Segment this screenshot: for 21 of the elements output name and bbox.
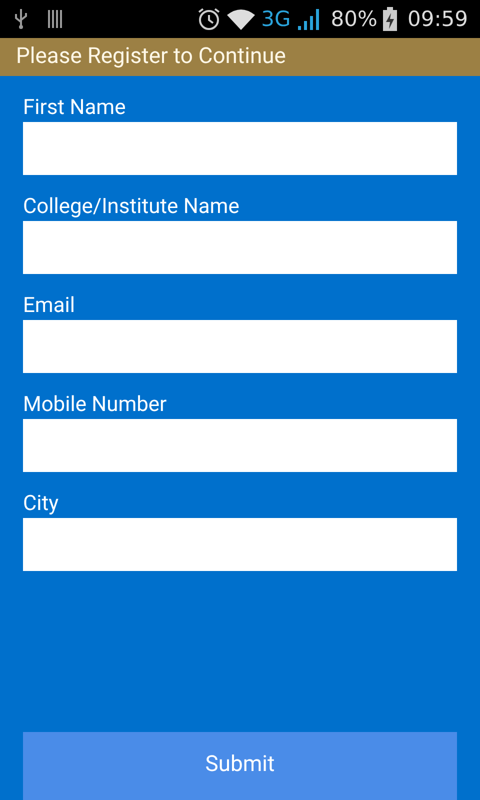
battery-percent: 80%: [330, 7, 378, 31]
screen-title: Please Register to Continue: [16, 43, 286, 71]
battery-charging-icon: [383, 7, 398, 31]
input-field[interactable]: [23, 320, 457, 373]
clock-time: 09:59: [407, 7, 468, 31]
alarm-icon: [197, 7, 222, 31]
field-label: Mobile Number: [23, 392, 167, 419]
barcode-icon: [48, 10, 62, 28]
submit-button[interactable]: Submit: [23, 732, 457, 800]
network-type: 3G: [261, 7, 291, 31]
field-label: Email: [23, 293, 75, 320]
wifi-icon: [227, 8, 256, 30]
field-label: College/Institute Name: [23, 194, 240, 221]
input-field[interactable]: [23, 419, 457, 472]
input-field[interactable]: [23, 221, 457, 274]
input-field[interactable]: [23, 122, 457, 175]
usb-icon: [14, 8, 28, 30]
signal-icon: [296, 8, 319, 30]
field-label: First Name: [23, 95, 126, 122]
field-label: City: [23, 491, 59, 518]
input-field[interactable]: [23, 518, 457, 571]
